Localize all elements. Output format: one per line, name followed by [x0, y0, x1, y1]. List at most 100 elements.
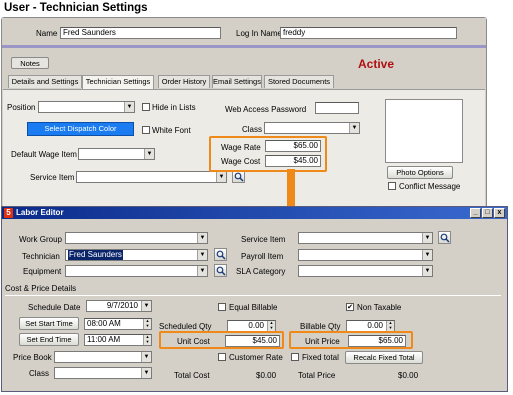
tab-order-history[interactable]: Order History [158, 75, 210, 88]
unit-price-field[interactable]: $65.00 [348, 335, 406, 347]
photo-options-button[interactable]: Photo Options [387, 166, 453, 179]
chevron-down-icon: ▼ [124, 102, 134, 112]
header-divider [2, 45, 486, 48]
close-button[interactable]: x [494, 208, 505, 218]
chevron-down-icon: ▼ [349, 123, 359, 133]
sla-category-dropdown[interactable]: ▼ [298, 265, 433, 277]
hide-in-lists-label: Hide in Lists [152, 103, 196, 112]
web-access-password-label: Web Access Password [225, 105, 307, 114]
equipment-label: Equipment [23, 267, 62, 276]
tab-details-and-settings[interactable]: Details and Settings [8, 75, 82, 88]
wage-cost-label: Wage Cost [221, 157, 261, 166]
total-cost-label: Total Cost [174, 371, 210, 380]
technician-value: Fred Saunders [68, 250, 123, 260]
labor-service-item-search-button[interactable] [438, 231, 451, 244]
class-label: Class [242, 125, 263, 134]
window-controls: _ □ x [470, 208, 506, 218]
search-icon [440, 233, 450, 243]
wage-rate-field[interactable]: $65.00 [265, 140, 321, 152]
chevron-down-icon: ▼ [422, 266, 432, 276]
technician-search-button[interactable] [214, 248, 227, 261]
chevron-down-icon: ▼ [197, 233, 207, 243]
equal-billable-checkbox[interactable] [218, 303, 226, 311]
white-font-checkbox[interactable] [142, 126, 150, 134]
section-divider [5, 295, 501, 296]
end-time-field[interactable]: 11:00 AM ▲ ▼ [84, 334, 152, 346]
labor-service-item-dropdown[interactable]: ▼ [298, 232, 433, 244]
price-book-label: Price Book [13, 353, 52, 362]
default-wage-item-label: Default Wage Item [11, 150, 77, 159]
unit-cost-label: Unit Cost [177, 337, 210, 346]
page-title: User - Technician Settings [4, 2, 148, 14]
minimize-button[interactable]: _ [470, 208, 481, 218]
status-badge: Active [358, 57, 395, 71]
class-dropdown[interactable]: ▼ [264, 122, 360, 134]
tab-bar: Details and Settings Technician Settings… [8, 75, 486, 89]
technician-dropdown[interactable]: Fred Saunders ▼ [65, 249, 208, 261]
non-taxable-label: Non Taxable [357, 303, 402, 312]
tab-technician-settings[interactable]: Technician Settings [82, 75, 154, 89]
schedule-date-picker[interactable]: 9/7/2010 ▼ [86, 300, 152, 312]
set-start-time-button[interactable]: Set Start Time [19, 317, 79, 330]
name-field[interactable]: Fred Saunders [60, 27, 221, 39]
total-price-value: $0.00 [398, 371, 419, 380]
stepper-icon[interactable]: ▲ ▼ [143, 335, 151, 345]
labor-class-label: Class [29, 369, 50, 378]
payroll-item-dropdown[interactable]: ▼ [298, 249, 433, 261]
position-dropdown[interactable]: ▼ [38, 101, 135, 113]
service-item-label: Service Item [30, 173, 75, 182]
set-end-time-button[interactable]: Set End Time [19, 333, 79, 346]
price-book-dropdown[interactable]: ▼ [54, 351, 152, 363]
chevron-down-icon: ▼ [141, 352, 151, 362]
tab-stored-documents[interactable]: Stored Documents [264, 75, 334, 88]
wage-cost-field[interactable]: $45.00 [265, 155, 321, 167]
cost-price-section-title: Cost & Price Details [5, 284, 77, 293]
search-icon [234, 172, 244, 182]
unit-price-label: Unit Price [305, 337, 340, 346]
technician-settings-window: Name Fred Saunders Log In Name freddy No… [1, 17, 487, 215]
tab-email-settings[interactable]: Email Settings [212, 75, 262, 88]
sla-category-label: SLA Category [236, 267, 286, 276]
unit-cost-field[interactable]: $45.00 [225, 335, 280, 347]
labor-class-dropdown[interactable]: ▼ [54, 367, 152, 379]
fixed-total-label: Fixed total [302, 353, 339, 362]
chevron-down-icon: ▼ [422, 233, 432, 243]
stepper-icon[interactable]: ▲ ▼ [143, 319, 151, 329]
fixed-total-checkbox[interactable] [291, 353, 299, 361]
chevron-down-icon: ▼ [141, 301, 151, 311]
total-cost-value: $0.00 [256, 371, 277, 380]
position-label: Position [7, 103, 36, 112]
schedule-date-value: 9/7/2010 [106, 301, 138, 310]
default-wage-item-dropdown[interactable]: ▼ [78, 148, 155, 160]
equipment-search-button[interactable] [214, 264, 227, 277]
customer-rate-checkbox[interactable] [218, 353, 226, 361]
service-item-dropdown[interactable]: ▼ [76, 171, 227, 183]
select-dispatch-color-button[interactable]: Select Dispatch Color [27, 122, 134, 136]
conflict-message-label: Conflict Message [399, 182, 461, 191]
start-time-field[interactable]: 08:00 AM ▲ ▼ [84, 318, 152, 330]
work-group-label: Work Group [19, 235, 62, 244]
search-icon [216, 266, 226, 276]
technician-label: Technician [22, 252, 60, 261]
chevron-down-icon: ▼ [216, 172, 226, 182]
non-taxable-checkbox[interactable]: ✔ [346, 303, 354, 311]
labor-service-item-label: Service Item [241, 235, 286, 244]
equipment-dropdown[interactable]: ▼ [65, 265, 208, 277]
recalc-fixed-total-button[interactable]: Recalc Fixed Total [345, 351, 423, 364]
labor-editor-title: Labor Editor [16, 208, 64, 217]
work-group-dropdown[interactable]: ▼ [65, 232, 208, 244]
login-name-field[interactable]: freddy [280, 27, 457, 39]
search-icon [216, 250, 226, 260]
chevron-down-icon: ▼ [144, 149, 154, 159]
conflict-message-checkbox[interactable] [388, 182, 396, 190]
login-name-label: Log In Name [236, 29, 282, 38]
web-access-password-field[interactable] [315, 102, 359, 114]
chevron-down-icon: ▼ [422, 250, 432, 260]
maximize-button[interactable]: □ [482, 208, 493, 218]
notes-button[interactable]: Notes [11, 57, 49, 69]
hide-in-lists-checkbox[interactable] [142, 103, 150, 111]
labor-editor-window: 5 Labor Editor _ □ x Work Group ▼ Techni… [1, 206, 508, 392]
name-label: Name [36, 29, 58, 38]
payroll-item-label: Payroll Item [241, 252, 284, 261]
chevron-down-icon: ▼ [141, 368, 151, 378]
